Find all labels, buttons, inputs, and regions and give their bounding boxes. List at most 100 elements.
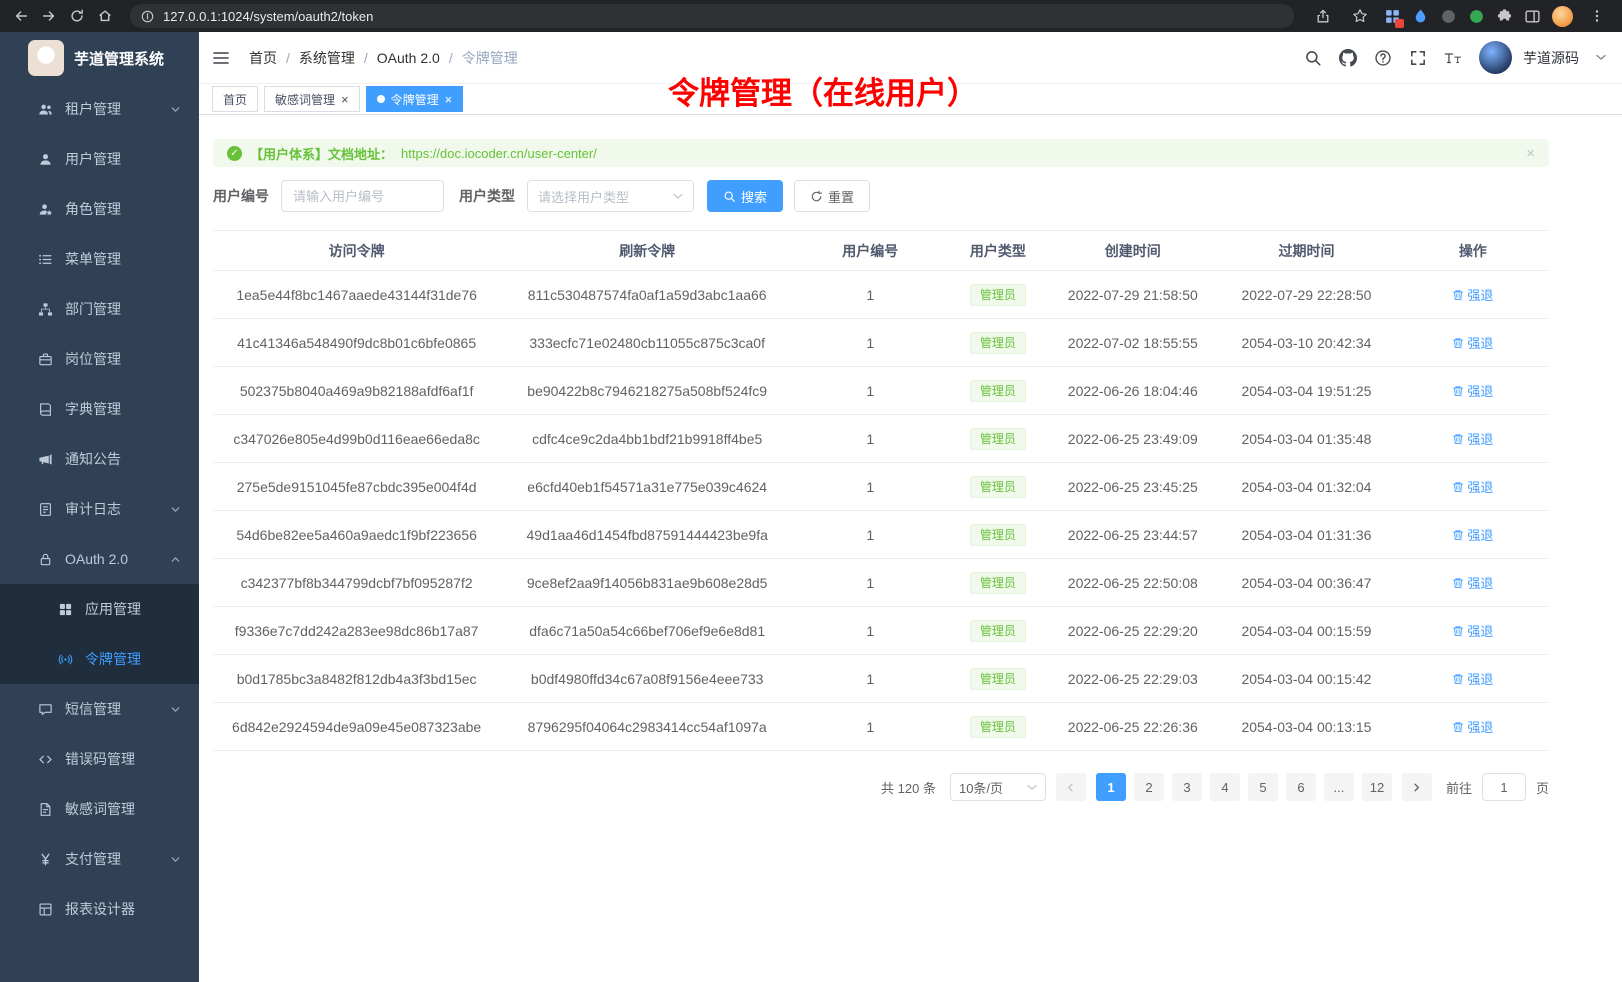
forward-button[interactable]: [36, 3, 62, 29]
next-page-button[interactable]: [1402, 773, 1432, 801]
sidebar-item-oauth2[interactable]: OAuth 2.0: [0, 534, 199, 584]
github-icon[interactable]: [1339, 49, 1357, 67]
close-tab-icon[interactable]: ×: [445, 93, 453, 106]
force-logout-button[interactable]: 强退: [1452, 573, 1493, 592]
sidebar-item-report-designer[interactable]: 报表设计器: [0, 884, 199, 934]
help-icon[interactable]: [1374, 49, 1392, 67]
sidebar-item-sensitive-word-management[interactable]: 敏感词管理: [0, 784, 199, 834]
page-button-1[interactable]: 1: [1096, 773, 1126, 801]
user-type-tag: 管理员: [970, 572, 1026, 594]
user-id-cell: 1: [794, 463, 946, 511]
site-info-icon[interactable]: [141, 10, 154, 23]
force-logout-button[interactable]: 强退: [1452, 621, 1493, 640]
tab-sensitive-word-management[interactable]: 敏感词管理×: [264, 86, 360, 112]
home-button[interactable]: [92, 3, 118, 29]
expire-time-cell: 2054-03-04 01:35:48: [1216, 415, 1396, 463]
sidebar-item-notice-announcement[interactable]: 通知公告: [0, 434, 199, 484]
force-logout-button[interactable]: 强退: [1452, 333, 1493, 352]
sidebar-item-user-management[interactable]: 用户管理: [0, 134, 199, 184]
sidebar-item-menu-management[interactable]: 菜单管理: [0, 234, 199, 284]
tab-home[interactable]: 首页: [212, 86, 258, 112]
column-header-access-token: 访问令牌: [213, 231, 500, 271]
page-button-3[interactable]: 3: [1172, 773, 1202, 801]
sidebar-item-error-code-management[interactable]: 错误码管理: [0, 734, 199, 784]
browser-menu-icon[interactable]: [1584, 3, 1610, 29]
page-button-12[interactable]: 12: [1362, 773, 1392, 801]
force-logout-button[interactable]: 强退: [1452, 381, 1493, 400]
force-logout-button[interactable]: 强退: [1452, 477, 1493, 496]
sidebar-item-app-management[interactable]: 应用管理: [0, 584, 199, 634]
sidebar-item-label: 支付管理: [65, 849, 121, 869]
expire-time-cell: 2054-03-04 00:15:59: [1216, 607, 1396, 655]
column-header-expire-time: 过期时间: [1216, 231, 1396, 271]
reset-button[interactable]: 重置: [794, 180, 870, 212]
sidebar-item-sms-management[interactable]: 短信管理: [0, 684, 199, 734]
page-size-select[interactable]: 10条/页: [950, 773, 1046, 801]
page-button-4[interactable]: 4: [1210, 773, 1240, 801]
font-size-icon[interactable]: [1444, 49, 1462, 67]
chat-icon: [38, 702, 53, 717]
extension-grid-icon[interactable]: [1384, 8, 1401, 25]
extensions-puzzle-icon[interactable]: [1496, 8, 1513, 25]
chevron-down-icon: [170, 104, 181, 115]
trash-icon: [1452, 289, 1464, 301]
goto-page-input[interactable]: [1482, 773, 1526, 801]
app-window: 芋道管理系统 租户管理用户管理角色管理菜单管理部门管理岗位管理字典管理通知公告审…: [0, 32, 1622, 982]
force-logout-button[interactable]: 强退: [1452, 525, 1493, 544]
sidebar-item-label: 敏感词管理: [65, 799, 135, 819]
browser-profile-avatar[interactable]: [1552, 6, 1573, 27]
sidebar-menu: 租户管理用户管理角色管理菜单管理部门管理岗位管理字典管理通知公告审计日志OAut…: [0, 84, 199, 982]
sidebar-item-tenant-management[interactable]: 租户管理: [0, 84, 199, 134]
page-button-2[interactable]: 2: [1134, 773, 1164, 801]
user-id-input[interactable]: [281, 180, 444, 212]
force-logout-button[interactable]: 强退: [1452, 429, 1493, 448]
extension-dark-circle-icon[interactable]: [1440, 8, 1457, 25]
tab-token-management[interactable]: 令牌管理×: [366, 86, 464, 112]
app-logo-bar[interactable]: 芋道管理系统: [0, 32, 199, 84]
sidebar-item-dept-management[interactable]: 部门管理: [0, 284, 199, 334]
breadcrumb-item[interactable]: OAuth 2.0: [377, 50, 440, 66]
share-icon[interactable]: [1310, 3, 1336, 29]
force-logout-button[interactable]: 强退: [1452, 717, 1493, 736]
side-panel-icon[interactable]: [1524, 8, 1541, 25]
prev-page-button[interactable]: [1056, 773, 1086, 801]
breadcrumb-item[interactable]: 系统管理: [299, 48, 355, 68]
user-avatar[interactable]: [1479, 41, 1512, 74]
breadcrumb-item[interactable]: 令牌管理: [462, 48, 518, 68]
sidebar-item-dict-management[interactable]: 字典管理: [0, 384, 199, 434]
user-type-tag: 管理员: [970, 620, 1026, 642]
user-type-select[interactable]: 请选择用户类型: [527, 180, 694, 212]
sidebar-item-role-management[interactable]: 角色管理: [0, 184, 199, 234]
sidebar-toggle-icon[interactable]: [211, 48, 231, 68]
page-button-5[interactable]: 5: [1248, 773, 1278, 801]
create-time-cell: 2022-06-25 22:29:03: [1049, 655, 1216, 703]
sidebar-item-token-management[interactable]: 令牌管理: [0, 634, 199, 684]
extension-drop-icon[interactable]: [1412, 8, 1429, 25]
doc-link[interactable]: https://doc.iocoder.cn/user-center/: [401, 146, 597, 161]
breadcrumb-item[interactable]: 首页: [249, 48, 277, 68]
fullscreen-icon[interactable]: [1409, 49, 1427, 67]
extension-green-circle-icon[interactable]: [1468, 8, 1485, 25]
search-icon[interactable]: [1304, 49, 1322, 67]
bookmark-star-icon[interactable]: [1347, 3, 1373, 29]
page-button-6[interactable]: 6: [1286, 773, 1316, 801]
search-button[interactable]: 搜索: [707, 180, 783, 212]
reload-button[interactable]: [64, 3, 90, 29]
close-tab-icon[interactable]: ×: [341, 93, 349, 106]
address-bar[interactable]: 127.0.0.1:1024/system/oauth2/token: [130, 4, 1294, 28]
access-token-cell: 6d842e2924594de9a09e45e087323abe: [213, 703, 500, 751]
user-type-label: 用户类型: [459, 186, 515, 206]
column-header-actions: 操作: [1397, 231, 1549, 271]
user-type-select-placeholder: 请选择用户类型: [538, 187, 629, 206]
force-logout-button[interactable]: 强退: [1452, 669, 1493, 688]
sidebar-item-audit-log[interactable]: 审计日志: [0, 484, 199, 534]
sidebar-item-label: 令牌管理: [85, 649, 141, 669]
user-id-cell: 1: [794, 271, 946, 319]
username[interactable]: 芋道源码: [1523, 48, 1579, 68]
sidebar-item-pay-management[interactable]: 支付管理: [0, 834, 199, 884]
back-button[interactable]: [8, 3, 34, 29]
force-logout-button[interactable]: 强退: [1452, 285, 1493, 304]
pages-ellipsis[interactable]: ...: [1324, 773, 1354, 801]
sidebar-item-post-management[interactable]: 岗位管理: [0, 334, 199, 384]
alert-close-icon[interactable]: ×: [1526, 145, 1535, 162]
